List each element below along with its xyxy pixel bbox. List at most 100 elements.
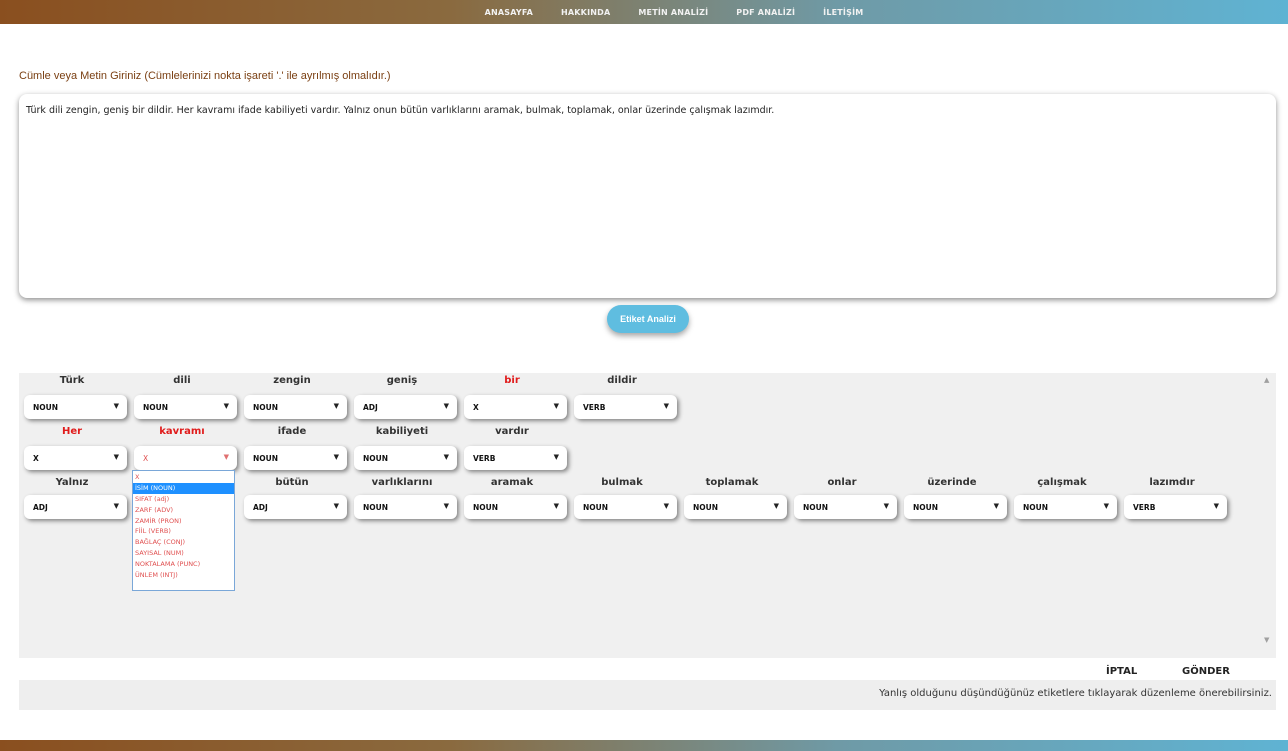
bottom-bar bbox=[0, 740, 1288, 751]
dropdown-option[interactable]: X bbox=[133, 472, 234, 483]
tag-select[interactable]: NOUN ▼ bbox=[464, 495, 567, 519]
chevron-down-icon: ▼ bbox=[223, 402, 229, 410]
tag-select-value: NOUN bbox=[253, 403, 279, 412]
tag-select[interactable]: NOUN ▼ bbox=[354, 495, 457, 519]
tag-dropdown-list: X İSİM (NOUN) SIFAT (adj) ZARF (ADV) ZAM… bbox=[132, 470, 235, 591]
tag-select-value: NOUN bbox=[363, 503, 389, 512]
nav-home-link[interactable]: ANASAYFA bbox=[471, 8, 547, 17]
top-nav-bar: ANASAYFA HAKKINDA METİN ANALİZİ PDF ANAL… bbox=[0, 0, 1288, 24]
chevron-down-icon: ▼ bbox=[333, 502, 339, 510]
tag-select-value: VERB bbox=[473, 454, 496, 463]
tag-select[interactable]: NOUN ▼ bbox=[904, 495, 1007, 519]
chevron-down-icon: ▼ bbox=[113, 502, 119, 510]
tag-select[interactable]: VERB ▼ bbox=[1124, 495, 1227, 519]
tag-analysis-button[interactable]: Etiket Analizi bbox=[607, 305, 689, 333]
scroll-down-icon[interactable]: ▼ bbox=[1264, 636, 1269, 644]
input-prompt-label: Cümle veya Metin Giriniz (Cümlelerinizi … bbox=[19, 70, 391, 82]
chevron-down-icon: ▼ bbox=[443, 453, 449, 461]
tag-select-value: NOUN bbox=[33, 403, 59, 412]
tag-select[interactable]: NOUN ▼ bbox=[354, 446, 457, 470]
token-word: vardır bbox=[495, 426, 529, 437]
token-word: ifade bbox=[277, 426, 307, 437]
dropdown-option-selected[interactable]: İSİM (NOUN) bbox=[133, 482, 234, 494]
dropdown-option[interactable]: ÜNLEM (INTJ) bbox=[133, 570, 234, 581]
token-word: aramak bbox=[490, 477, 534, 488]
edit-hint-text: Yanlış olduğunu düşündüğünüz etiketlere … bbox=[879, 688, 1272, 699]
token-word: Yalnız bbox=[55, 477, 89, 488]
token-word: dildir bbox=[607, 375, 637, 386]
chevron-down-icon: ▼ bbox=[553, 453, 559, 461]
results-scrollbar[interactable]: ▲ ▼ bbox=[1259, 373, 1276, 658]
dropdown-option[interactable]: ZAMİR (PRON) bbox=[133, 516, 234, 527]
tag-select[interactable]: NOUN ▼ bbox=[1014, 495, 1117, 519]
dropdown-option[interactable]: FİİL (VERB) bbox=[133, 526, 234, 537]
token-word: bütün bbox=[275, 477, 309, 488]
tag-select[interactable]: ADJ ▼ bbox=[24, 495, 127, 519]
tag-select[interactable]: NOUN ▼ bbox=[574, 495, 677, 519]
tag-select[interactable]: X ▼ bbox=[464, 395, 567, 419]
nav-pdf-analysis-link[interactable]: PDF ANALİZİ bbox=[722, 8, 809, 17]
tag-select-value: X bbox=[143, 454, 149, 463]
dropdown-option[interactable]: ZARF (ADV) bbox=[133, 505, 234, 516]
text-input-area[interactable]: Türk dili zengin, geniş bir dildir. Her … bbox=[19, 94, 1276, 298]
token-word: kabiliyeti bbox=[375, 426, 429, 437]
tag-select[interactable]: NOUN ▼ bbox=[244, 395, 347, 419]
cancel-button[interactable]: İPTAL bbox=[1106, 666, 1137, 677]
tag-select[interactable]: X ▼ bbox=[24, 446, 127, 470]
scroll-up-icon[interactable]: ▲ bbox=[1264, 376, 1269, 384]
tag-select-value: ADJ bbox=[363, 403, 378, 412]
tag-select-value: ADJ bbox=[253, 503, 268, 512]
dropdown-option[interactable]: BAĞLAÇ (CONJ) bbox=[133, 537, 234, 548]
token-word: geniş bbox=[386, 375, 418, 386]
token-word: zengin bbox=[273, 375, 311, 386]
dropdown-option[interactable]: SIFAT (adj) bbox=[133, 494, 234, 505]
token-word: Her bbox=[61, 426, 83, 437]
nav-text-analysis-link[interactable]: METİN ANALİZİ bbox=[624, 8, 722, 17]
token-word: dili bbox=[173, 375, 191, 386]
chevron-down-icon: ▼ bbox=[443, 402, 449, 410]
tag-select-value: NOUN bbox=[913, 503, 939, 512]
token-word: kavramı bbox=[159, 426, 205, 437]
chevron-down-icon: ▼ bbox=[773, 502, 779, 510]
chevron-down-icon: ▼ bbox=[443, 502, 449, 510]
token-word: bir bbox=[504, 375, 520, 386]
tag-select-value: NOUN bbox=[583, 503, 609, 512]
nav-contact-link[interactable]: İLETİŞİM bbox=[809, 8, 877, 17]
tag-select[interactable]: NOUN ▼ bbox=[244, 446, 347, 470]
tag-select[interactable]: NOUN ▼ bbox=[24, 395, 127, 419]
tag-select-value: X bbox=[473, 403, 479, 412]
main-nav: ANASAYFA HAKKINDA METİN ANALİZİ PDF ANAL… bbox=[471, 8, 878, 17]
tag-select-open[interactable]: X ▼ bbox=[134, 446, 237, 470]
token-word: üzerinde bbox=[927, 477, 977, 488]
chevron-down-icon: ▼ bbox=[663, 502, 669, 510]
token-word: bulmak bbox=[601, 477, 643, 488]
tag-select[interactable]: ADJ ▼ bbox=[244, 495, 347, 519]
tag-select-value: NOUN bbox=[253, 454, 279, 463]
tag-select[interactable]: ADJ ▼ bbox=[354, 395, 457, 419]
dropdown-option[interactable]: SAYISAL (NUM) bbox=[133, 548, 234, 559]
submit-button[interactable]: GÖNDER bbox=[1182, 666, 1230, 677]
tag-select-value: NOUN bbox=[693, 503, 719, 512]
tag-select-value: NOUN bbox=[803, 503, 829, 512]
tag-select[interactable]: NOUN ▼ bbox=[794, 495, 897, 519]
token-word: çalışmak bbox=[1037, 477, 1087, 488]
chevron-down-icon: ▼ bbox=[223, 453, 229, 461]
chevron-down-icon: ▼ bbox=[553, 502, 559, 510]
chevron-down-icon: ▼ bbox=[333, 453, 339, 461]
tag-select-value: ADJ bbox=[33, 503, 48, 512]
token-word: onlar bbox=[827, 477, 857, 488]
tag-select[interactable]: NOUN ▼ bbox=[134, 395, 237, 419]
dropdown-option[interactable]: NOKTALAMA (PUNC) bbox=[133, 559, 234, 570]
tag-select[interactable]: VERB ▼ bbox=[574, 395, 677, 419]
chevron-down-icon: ▼ bbox=[993, 502, 999, 510]
chevron-down-icon: ▼ bbox=[883, 502, 889, 510]
chevron-down-icon: ▼ bbox=[113, 453, 119, 461]
tag-select[interactable]: VERB ▼ bbox=[464, 446, 567, 470]
tag-select[interactable]: NOUN ▼ bbox=[684, 495, 787, 519]
tag-select-value: VERB bbox=[1133, 503, 1156, 512]
chevron-down-icon: ▼ bbox=[553, 402, 559, 410]
nav-about-link[interactable]: HAKKINDA bbox=[547, 8, 624, 17]
tag-select-value: VERB bbox=[583, 403, 606, 412]
tag-select-value: NOUN bbox=[143, 403, 169, 412]
chevron-down-icon: ▼ bbox=[1103, 502, 1109, 510]
